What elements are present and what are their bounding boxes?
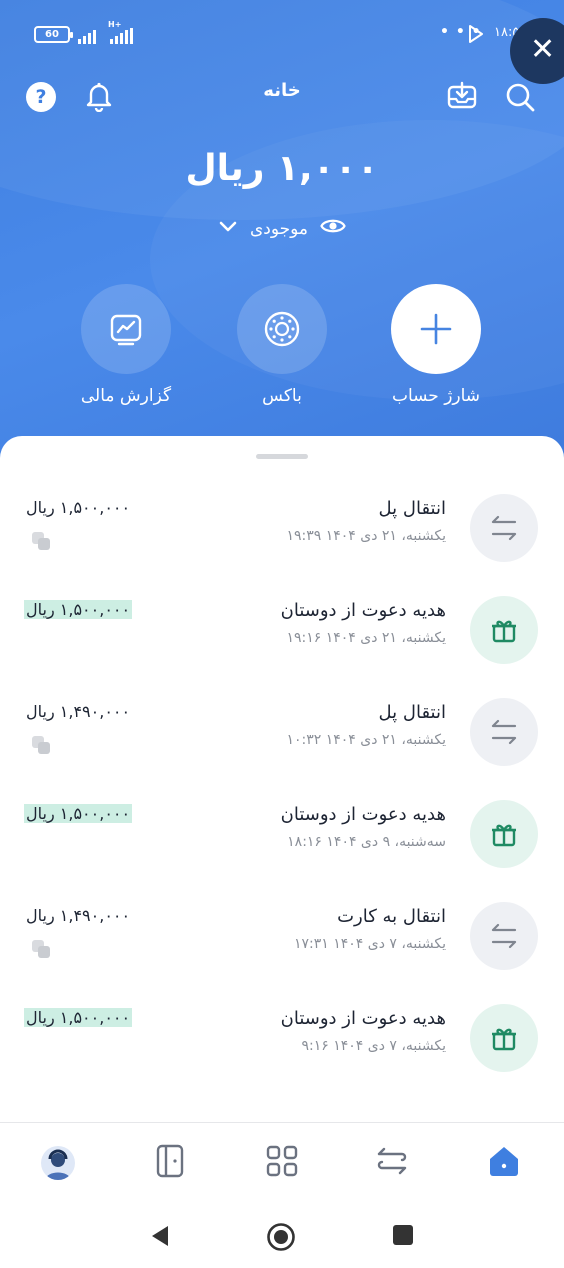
- transaction-date: یکشنبه، ۷ دی ۱۴۰۴ ۹:۱۶: [301, 1038, 446, 1054]
- inbox-download-icon[interactable]: [446, 80, 478, 116]
- transaction-row[interactable]: انتقال به کارت یکشنبه، ۷ دی ۱۴۰۴ ۱۷:۳۱ ۱…: [0, 902, 564, 1004]
- nav-home[interactable]: [484, 1143, 524, 1183]
- box-label: باکس: [262, 386, 302, 406]
- transaction-title: هدیه دعوت از دوستان: [280, 1008, 446, 1029]
- plus-icon[interactable]: [391, 284, 481, 374]
- transfer-icon[interactable]: [374, 1144, 410, 1182]
- transaction-title: انتقال پل: [378, 498, 446, 519]
- header: 60 H+ • • • ۱۸:۵۱ ✕ ? خانه ۱,۰۰۰ ریال مو…: [0, 0, 564, 470]
- transaction-date: یکشنبه، ۷ دی ۱۴۰۴ ۱۷:۳۱: [294, 936, 446, 952]
- transaction-amount: ۱,۵۰۰,۰۰۰ ریال: [24, 600, 133, 619]
- transactions-sheet: انتقال پل یکشنبه، ۲۱ دی ۱۴۰۴ ۱۹:۳۹ ۱,۵۰۰…: [0, 436, 564, 1124]
- charge-account-action[interactable]: شارژ حساب: [356, 284, 516, 406]
- signal-icon-2: H+: [108, 20, 133, 44]
- back-icon[interactable]: [150, 1224, 170, 1252]
- home-button-icon[interactable]: [266, 1222, 296, 1256]
- transaction-date: یکشنبه، ۲۱ دی ۱۴۰۴ ۱۰:۳۲: [286, 732, 446, 748]
- gift-icon: [470, 596, 538, 664]
- transaction-title: انتقال به کارت: [337, 906, 446, 927]
- bottom-nav: [0, 1122, 564, 1206]
- transaction-amount: ۱,۵۰۰,۰۰۰ ریال: [26, 498, 131, 517]
- home-icon[interactable]: [486, 1144, 522, 1182]
- nav-cards[interactable]: [150, 1143, 190, 1183]
- financial-report-label: گزارش مالی: [80, 386, 172, 406]
- gift-icon: [470, 1004, 538, 1072]
- chart-icon[interactable]: [81, 284, 171, 374]
- transaction-date: سه‌شنبه، ۹ دی ۱۴۰۴ ۱۸:۱۶: [287, 834, 446, 850]
- avatar[interactable]: [41, 1146, 75, 1180]
- transaction-row[interactable]: هدیه دعوت از دوستان سه‌شنبه، ۹ دی ۱۴۰۴ ۱…: [0, 800, 564, 902]
- transaction-row[interactable]: انتقال پل یکشنبه، ۲۱ دی ۱۴۰۴ ۱۰:۳۲ ۱,۴۹۰…: [0, 698, 564, 800]
- system-nav-bar: [0, 1206, 564, 1268]
- recents-icon[interactable]: [392, 1224, 414, 1250]
- balance-toggle[interactable]: موجودی: [0, 216, 564, 241]
- transaction-amount: ۱,۵۰۰,۰۰۰ ریال: [24, 804, 133, 823]
- copy-icon[interactable]: [30, 938, 52, 964]
- page-title: خانه: [263, 80, 301, 101]
- grid-icon[interactable]: [265, 1144, 299, 1182]
- close-overlay-button[interactable]: ✕: [510, 18, 564, 84]
- transaction-date: یکشنبه، ۲۱ دی ۱۴۰۴ ۱۹:۱۶: [286, 630, 446, 646]
- balance-label: موجودی: [249, 218, 309, 239]
- transaction-title: هدیه دعوت از دوستان: [280, 600, 446, 621]
- copy-icon[interactable]: [30, 530, 52, 556]
- transaction-amount: ۱,۴۹۰,۰۰۰ ریال: [26, 702, 131, 721]
- nav-services[interactable]: [262, 1143, 302, 1183]
- status-bar: 60 H+ • • • ۱۸:۵۱: [0, 20, 564, 48]
- signal-icon: [78, 26, 96, 44]
- transaction-row[interactable]: انتقال پل یکشنبه، ۲۱ دی ۱۴۰۴ ۱۹:۳۹ ۱,۵۰۰…: [0, 494, 564, 596]
- transaction-row[interactable]: هدیه دعوت از دوستان یکشنبه، ۲۱ دی ۱۴۰۴ ۱…: [0, 596, 564, 698]
- transaction-row[interactable]: هدیه دعوت از دوستان یکشنبه، ۷ دی ۱۴۰۴ ۹:…: [0, 1004, 564, 1106]
- transaction-amount: ۱,۴۹۰,۰۰۰ ریال: [26, 906, 131, 925]
- box-icon[interactable]: [237, 284, 327, 374]
- chevron-down-icon[interactable]: [218, 219, 238, 239]
- transfer-icon: [470, 698, 538, 766]
- transfer-icon: [470, 902, 538, 970]
- nav-profile[interactable]: [38, 1143, 78, 1183]
- battery-icon: 60: [34, 26, 73, 43]
- financial-report-action[interactable]: گزارش مالی: [46, 284, 206, 406]
- balance-amount: ۱,۰۰۰ ریال: [185, 148, 379, 189]
- transaction-amount: ۱,۵۰۰,۰۰۰ ریال: [24, 1008, 133, 1027]
- card-icon[interactable]: [155, 1144, 185, 1182]
- transaction-title: انتقال پل: [378, 702, 446, 723]
- box-action[interactable]: باکس: [202, 284, 362, 406]
- gift-icon: [470, 800, 538, 868]
- nav-transfer[interactable]: [372, 1143, 412, 1183]
- copy-icon[interactable]: [30, 734, 52, 760]
- network-label: H+: [108, 20, 122, 29]
- quick-actions: شارژ حساب باکس گزارش مالی: [0, 284, 564, 424]
- transaction-date: یکشنبه، ۲۱ دی ۱۴۰۴ ۱۹:۳۹: [286, 528, 446, 544]
- transaction-title: هدیه دعوت از دوستان: [280, 804, 446, 825]
- eye-icon[interactable]: [320, 216, 346, 241]
- transfer-icon: [470, 494, 538, 562]
- search-icon[interactable]: [504, 81, 536, 117]
- sheet-handle[interactable]: [256, 454, 308, 459]
- play-store-icon: [468, 25, 484, 47]
- charge-account-label: شارژ حساب: [391, 386, 481, 406]
